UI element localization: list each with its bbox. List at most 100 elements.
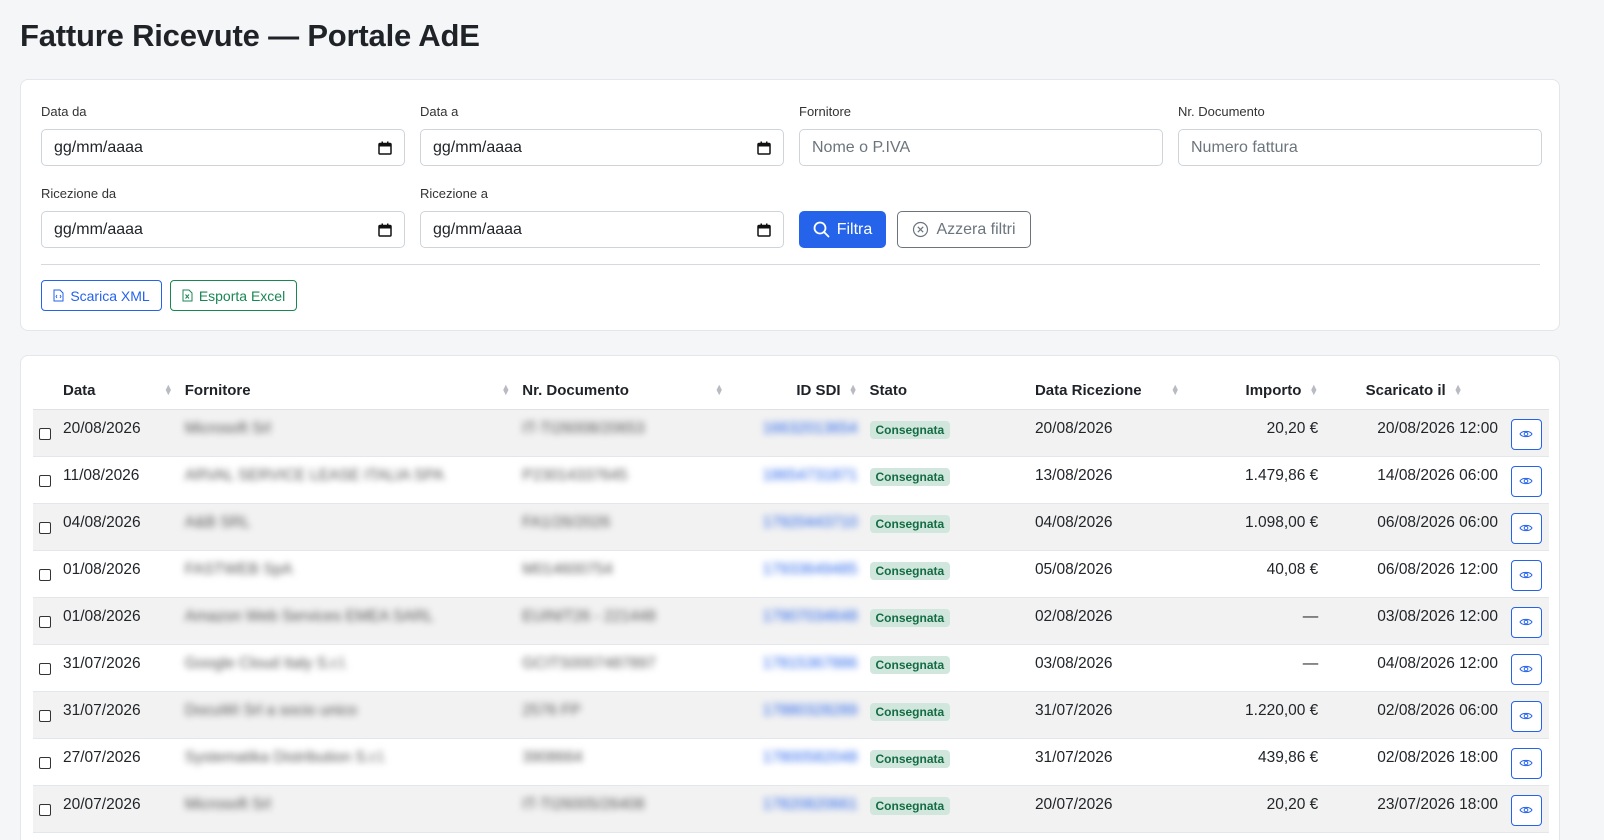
cell-fornitore: A&B SRL — [178, 503, 517, 550]
fornitore-value: ARVAL SERVICE LEASE ITALIA SPA — [184, 466, 444, 484]
cell-fornitore: FASTWEB SpA — [179, 550, 516, 597]
row-checkbox[interactable] — [39, 615, 51, 628]
nr-documento-input[interactable]: Numero fattura — [1178, 129, 1542, 166]
col-importo[interactable]: Importo ▲ ▼ — [1185, 372, 1325, 410]
cell-actions — [1504, 550, 1549, 597]
id-sdi-link[interactable]: 17800582048 — [763, 749, 858, 766]
cell-data-ricezione: 13/08/2026 — [1034, 466, 1113, 484]
status-badge: Consegnata — [869, 561, 951, 580]
cell-id-sdi: 16632013654 — [729, 409, 864, 456]
id-sdi-link[interactable]: 17920443710 — [763, 514, 858, 531]
cell-importo: 439,86 € — [1257, 748, 1319, 766]
col-nr-documento[interactable]: Nr. Documento ▲ ▼ — [516, 372, 730, 410]
row-checkbox[interactable] — [39, 427, 51, 440]
cell-scaricato-il: 02/08/2026 06:00 — [1324, 691, 1504, 738]
col-data[interactable]: Data ▲ ▼ — [57, 372, 179, 410]
col-data-label: Data — [63, 381, 96, 399]
status-badge: Consegnata — [869, 749, 951, 768]
fornitore-input[interactable]: Nome o P.IVA — [799, 129, 1163, 166]
cell-actions — [1504, 456, 1549, 503]
row-checkbox[interactable] — [39, 756, 51, 769]
cell-nr-documento: 2576 FP — [516, 691, 730, 738]
calendar-icon[interactable] — [378, 223, 392, 237]
id-sdi-link[interactable]: 17815367886 — [763, 655, 858, 672]
cell-importo: — — [1302, 654, 1319, 672]
ricezione-da-label: Ricezione da — [41, 186, 117, 201]
eye-icon — [1519, 430, 1534, 438]
view-button[interactable] — [1510, 794, 1542, 826]
calendar-icon[interactable] — [757, 141, 771, 155]
filtra-button[interactable]: Filtra — [799, 211, 886, 248]
row-checkbox[interactable] — [39, 568, 51, 581]
filtra-label: Filtra — [836, 220, 873, 238]
row-checkbox[interactable] — [39, 521, 51, 534]
col-importo-label: Importo — [1245, 381, 1302, 399]
fornitore-value: Google Cloud Italy S.r.l. — [184, 654, 348, 672]
cell-id-sdi: 17815367886 — [730, 644, 864, 691]
filters-panel: Data da gg/mm/aaaa Data a gg/mm/aaaa For… — [20, 79, 1560, 331]
view-button[interactable] — [1510, 700, 1542, 732]
calendar-icon[interactable] — [757, 223, 771, 237]
table-row: 04/08/2026 A&B SRL FA1/26/2026 17920443710 C… — [33, 503, 1549, 550]
cell-fornitore: Microsoft Srl — [178, 785, 517, 832]
col-id-sdi[interactable]: ID SDI ▲ ▼ — [729, 372, 864, 410]
row-checkbox[interactable] — [39, 662, 51, 675]
col-fornitore-label: Fornitore — [184, 381, 251, 399]
row-checkbox[interactable] — [39, 709, 51, 722]
cell-id-sdi: 17880328289 — [729, 691, 864, 738]
sort-icon: ▲ ▼ — [501, 382, 511, 398]
cell-importo: 40,08 € — [1266, 560, 1319, 578]
col-scaricato-il[interactable]: Scaricato il ▲ ▼ — [1324, 372, 1504, 410]
row-checkbox[interactable] — [39, 803, 51, 816]
data-a-label: Data a — [420, 104, 459, 119]
eye-icon — [1519, 806, 1534, 814]
view-button[interactable] — [1510, 465, 1542, 497]
cell-fornitore: Google Cloud Italy S.r.l. — [179, 644, 516, 691]
view-button[interactable] — [1510, 653, 1542, 685]
cell-id-sdi: 17800582048 — [730, 738, 864, 785]
row-checkbox[interactable] — [39, 474, 51, 487]
col-fornitore[interactable]: Fornitore ▲ ▼ — [178, 372, 517, 410]
id-sdi-link[interactable]: 18654731871 — [763, 467, 858, 484]
eye-icon — [1519, 477, 1534, 485]
scarica-xml-button[interactable]: Scarica XML — [41, 280, 162, 311]
cell-actions — [1503, 691, 1549, 738]
calendar-icon[interactable] — [378, 141, 392, 155]
ricezione-a-label: Ricezione a — [420, 186, 488, 201]
cell-importo: 20,20 € — [1185, 409, 1325, 456]
ricezione-da-input[interactable]: gg/mm/aaaa — [41, 211, 405, 248]
sort-icon: ▲ ▼ — [1170, 382, 1180, 398]
cell-stato: Consegnata — [864, 644, 1029, 691]
view-button[interactable] — [1510, 747, 1542, 779]
id-sdi-link[interactable]: 17933649485 — [763, 561, 858, 578]
view-button[interactable] — [1510, 418, 1542, 450]
nr-documento-value: 2576 FP — [522, 701, 581, 719]
azzera-filtri-button[interactable]: Azzera filtri — [897, 211, 1031, 248]
cell-id-sdi: 18654731871 — [730, 456, 864, 503]
status-badge: Consegnata — [869, 514, 951, 533]
cell-nr-documento: FA1/26/2026 — [516, 503, 730, 550]
cell-nr-documento: P23014337645 — [516, 456, 729, 503]
esporta-excel-button[interactable]: Esporta Excel — [170, 280, 297, 311]
data-a-input[interactable]: gg/mm/aaaa — [420, 129, 784, 166]
data-da-input[interactable]: gg/mm/aaaa — [41, 129, 405, 166]
view-button[interactable] — [1510, 606, 1542, 638]
cell-fornitore: DocuWi Srl a socio unico — [178, 691, 517, 738]
status-badge: Consegnata — [869, 467, 951, 486]
view-button[interactable] — [1510, 559, 1542, 591]
id-sdi-link[interactable]: 17820820661 — [763, 796, 858, 813]
data-da-value: gg/mm/aaaa — [54, 138, 143, 156]
id-sdi-link[interactable]: 16632013654 — [763, 420, 858, 437]
id-sdi-link[interactable]: 17880328289 — [763, 702, 858, 719]
cell-data: 31/07/2026 — [57, 691, 179, 738]
cell-stato: Consegnata — [864, 550, 1029, 597]
cell-fornitore: Microsoft Srl — [178, 409, 517, 456]
nr-documento-value: P23014337645 — [522, 466, 628, 484]
table-row: 31/07/2026 DocuWi Srl a socio unico 2576 F… — [33, 691, 1549, 738]
cell-stato: Consegnata — [863, 597, 1029, 644]
col-data-ricezione[interactable]: Data Ricezione ▲ ▼ — [1028, 372, 1186, 410]
view-button[interactable] — [1510, 512, 1542, 544]
id-sdi-link[interactable]: 17907034648 — [763, 608, 858, 625]
ricezione-a-input[interactable]: gg/mm/aaaa — [420, 211, 784, 248]
cell-fornitore: ARVAL SERVICE LEASE ITALIA SPA — [179, 456, 516, 503]
